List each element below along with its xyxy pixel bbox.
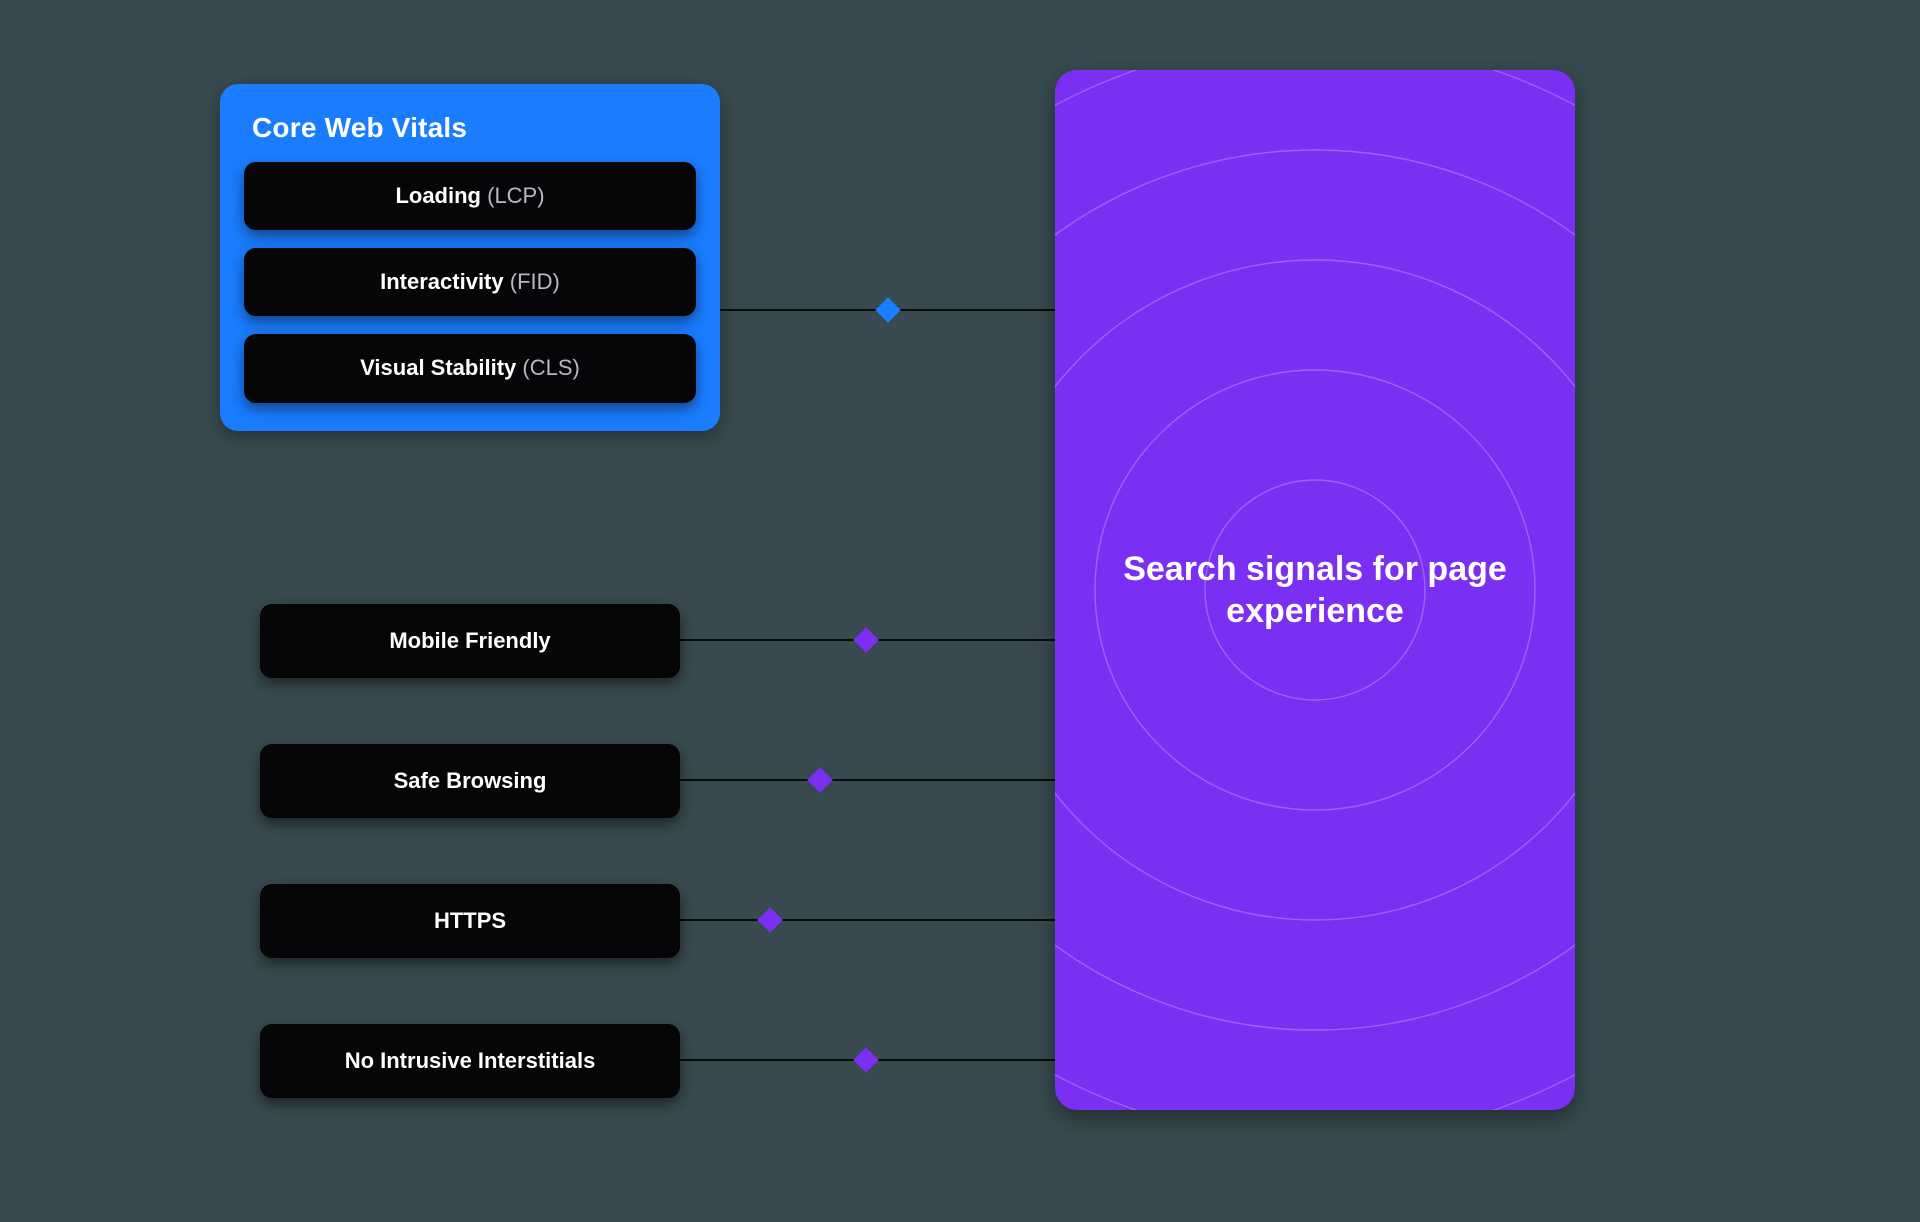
signal-pill-mobile-friendly: Mobile Friendly <box>260 604 680 678</box>
diagram-stage: Core Web Vitals Loading (LCP) Interactiv… <box>0 0 1920 1222</box>
signal-pill-no-intrusive-interstitials: No Intrusive Interstitials <box>260 1024 680 1098</box>
search-signals-title: Search signals for page experience <box>1055 548 1575 633</box>
core-web-vitals-title: Core Web Vitals <box>252 112 690 144</box>
core-web-vitals-card: Core Web Vitals Loading (LCP) Interactiv… <box>220 84 720 431</box>
signal-pill-https: HTTPS <box>260 884 680 958</box>
cwv-item-abbr: (FID) <box>510 269 560 294</box>
signal-pill-safe-browsing: Safe Browsing <box>260 744 680 818</box>
cwv-pill-interactivity: Interactivity (FID) <box>244 248 696 316</box>
cwv-item-name: Interactivity <box>380 269 504 294</box>
cwv-pill-visual-stability: Visual Stability (CLS) <box>244 334 696 402</box>
cwv-item-name: Loading <box>395 183 481 208</box>
cwv-item-abbr: (LCP) <box>487 183 544 208</box>
search-signals-panel: Search signals for page experience <box>1055 70 1575 1110</box>
cwv-item-name: Visual Stability <box>360 355 516 380</box>
cwv-item-abbr: (CLS) <box>522 355 579 380</box>
cwv-pill-loading: Loading (LCP) <box>244 162 696 230</box>
